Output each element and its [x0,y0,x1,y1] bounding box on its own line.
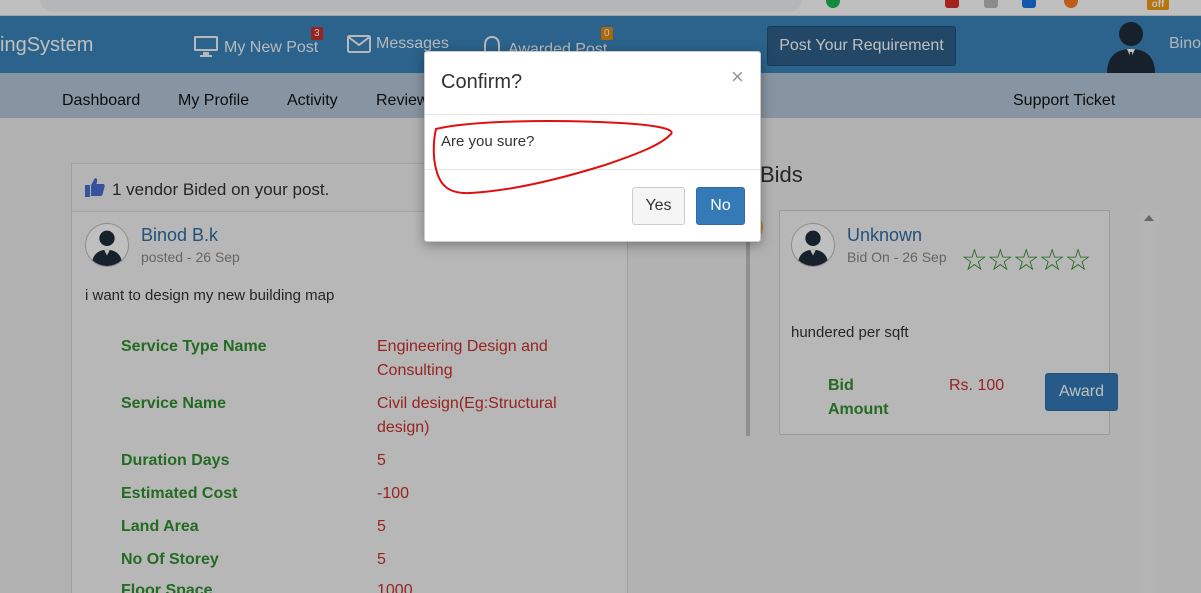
modal-header: Confirm? × [425,52,760,115]
close-icon[interactable]: × [731,64,744,90]
yes-button[interactable]: Yes [632,187,685,225]
no-button[interactable]: No [696,187,745,225]
modal-title: Confirm? [441,71,523,93]
modal-message: Are you sure? [441,133,535,150]
modal-body: Are you sure? [425,115,760,170]
confirm-dialog: Confirm? × Are you sure? Yes No [424,51,761,242]
